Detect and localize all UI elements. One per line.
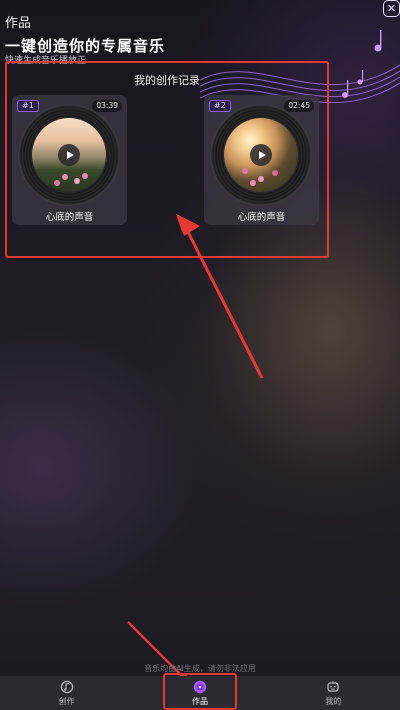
disclaimer-text: 音乐均由AI生成，请勿非法应用 [144,664,256,673]
nav-item-create[interactable]: 创作 [0,676,133,710]
nav-item-mine[interactable]: 我的 [267,676,400,710]
creation-records-section: 我的创作记录 #1 03:39 心底的声音 #2 02:45 心底的声音 [5,61,329,258]
robot-icon [327,681,339,692]
nav-label-mine: 我的 [325,697,342,706]
play-button[interactable] [250,144,272,166]
close-icon[interactable]: ✕ [383,0,400,17]
song-title: 心底的声音 [45,212,94,223]
nav-item-works[interactable]: 作品 [133,676,266,710]
record-card-2[interactable]: #2 02:45 心底的声音 [204,95,319,225]
page-title: 作品 [5,16,32,31]
record-card-1[interactable]: #1 03:39 心底的声音 [12,95,127,225]
music-note-icon [60,680,73,694]
vinyl-disc [211,105,311,205]
records-heading: 我的创作记录 [134,74,200,87]
duration-label: 03:39 [92,100,122,112]
play-button[interactable] [58,144,80,166]
nav-label-works: 作品 [191,697,208,706]
disc-icon [193,680,207,694]
nav-label-create: 创作 [58,697,75,706]
song-title: 心底的声音 [237,212,286,223]
record-number-badge: #1 [17,100,39,112]
record-number-badge: #2 [209,100,231,112]
vinyl-disc [19,105,119,205]
bottom-navigation: 创作 作品 我的 [0,676,400,710]
duration-label: 02:45 [284,100,314,112]
